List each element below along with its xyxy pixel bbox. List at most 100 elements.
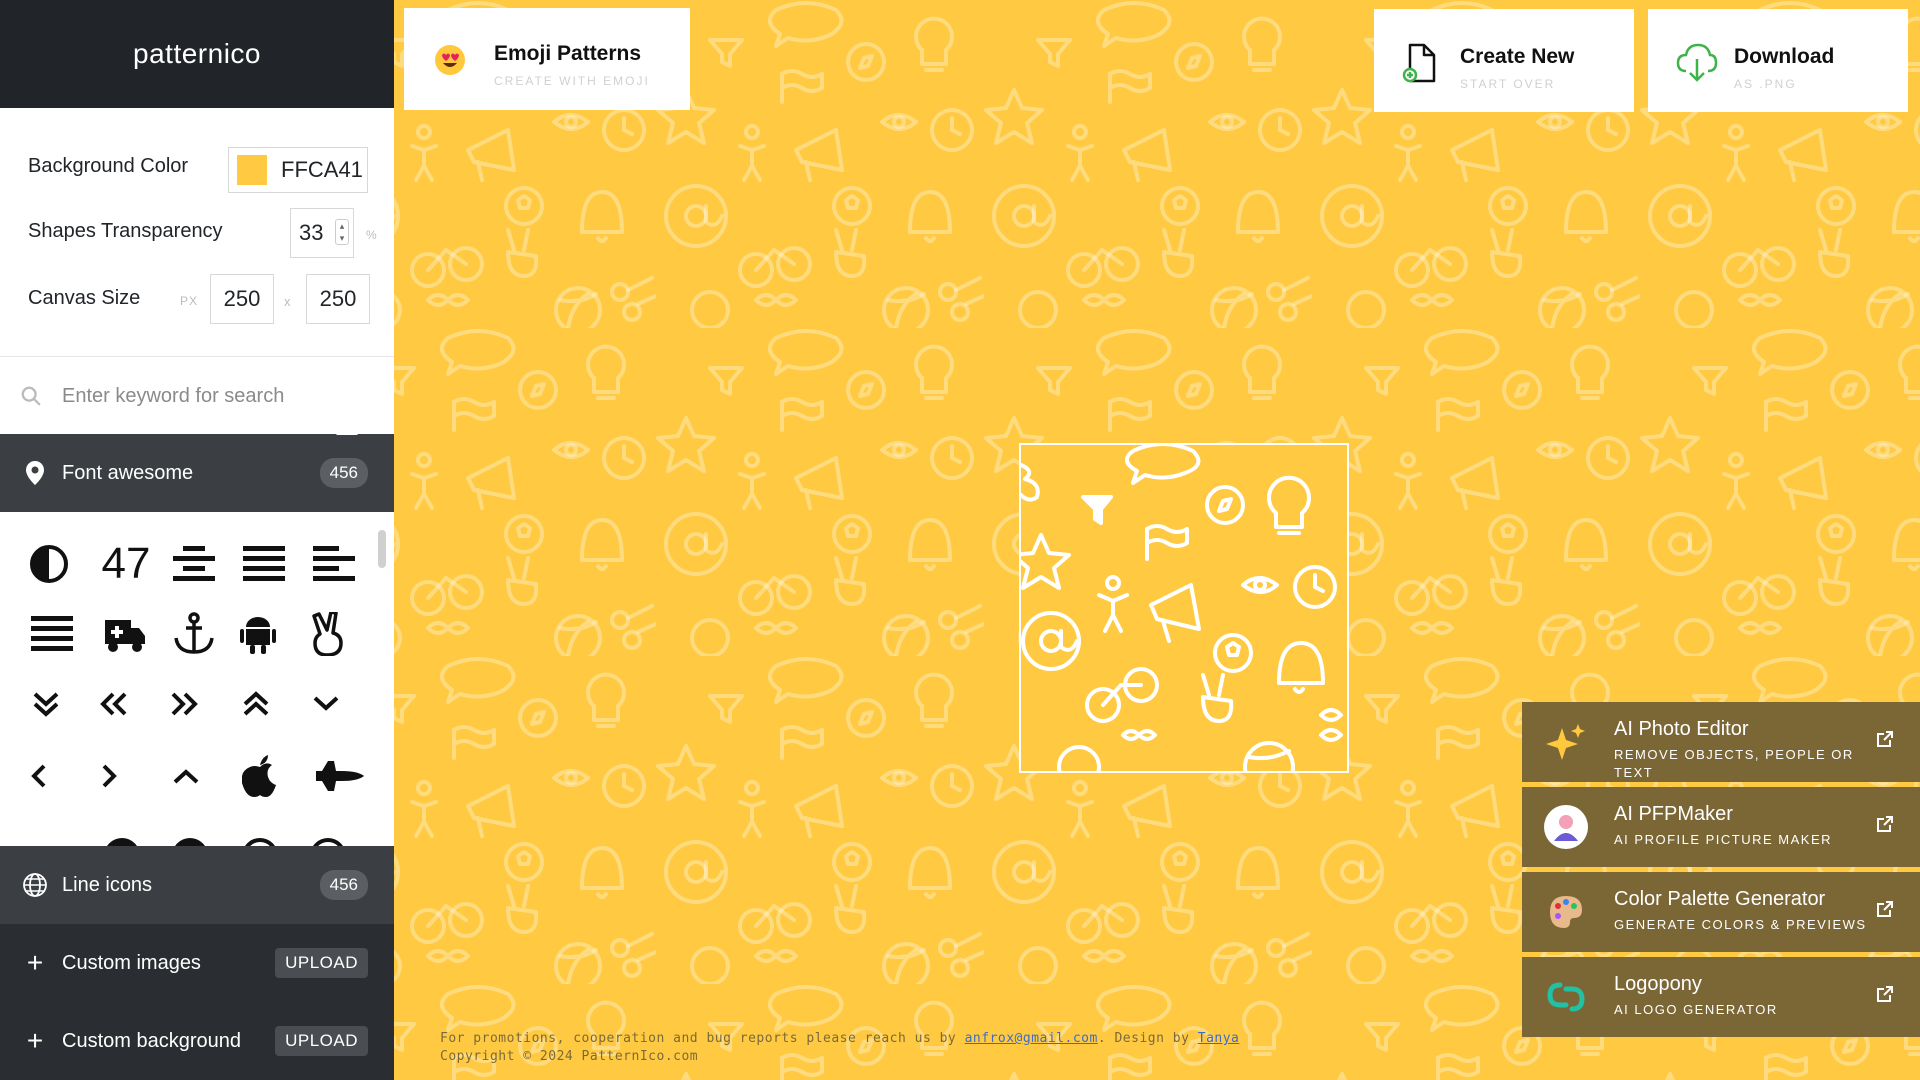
grid-icon-partial-3[interactable] xyxy=(162,818,218,846)
transparency-row: Shapes Transparency xyxy=(28,220,288,243)
preview-shape-hand xyxy=(1021,463,1040,502)
footer: For promotions, cooperation and bug repo… xyxy=(440,1030,1239,1066)
preview-shape-at xyxy=(1021,611,1081,671)
promo-subtitle: REMOVE OBJECTS, PEOPLE OR TEXT xyxy=(1614,747,1854,780)
preview-shape-bell xyxy=(1277,641,1325,694)
palette-icon xyxy=(1544,890,1588,934)
section-line-icons[interactable]: Line icons 456 xyxy=(0,846,394,924)
section-label: Line icons xyxy=(62,873,153,896)
grid-icon-partial-1[interactable] xyxy=(22,818,78,846)
align-justify-icon[interactable] xyxy=(236,536,292,592)
footer-text: . Design by xyxy=(1097,1031,1198,1046)
angle-double-left-icon[interactable] xyxy=(86,676,142,732)
align-center-icon[interactable] xyxy=(166,536,222,592)
create-new-button[interactable]: Create New START OVER xyxy=(1374,9,1634,112)
transparency-input[interactable]: 33 ▴ ▾ xyxy=(290,208,354,258)
count-badge: 456 xyxy=(319,870,368,900)
icon-grid-scrollbar[interactable] xyxy=(378,530,386,568)
grid-icon-partial-2[interactable] xyxy=(94,818,150,846)
sidebar: patternico Background Color FFCA41 Shape… xyxy=(0,0,394,1080)
angle-right-icon[interactable] xyxy=(80,748,136,804)
grid-icon-partial-4[interactable] xyxy=(232,818,288,846)
preview-shape-flag xyxy=(1145,524,1189,561)
align-left-icon[interactable] xyxy=(306,536,362,592)
angle-down-icon[interactable] xyxy=(298,676,354,732)
angle-double-down-icon[interactable] xyxy=(18,676,74,732)
anchor-icon[interactable] xyxy=(166,606,222,662)
app-logo[interactable]: patternico xyxy=(0,0,394,108)
ambulance-icon[interactable] xyxy=(96,606,152,662)
preview-shapes xyxy=(1021,445,1343,771)
designer-link[interactable]: Tanya xyxy=(1198,1031,1240,1046)
transparency-label: Shapes Transparency xyxy=(28,220,223,242)
canvas-unit: PX xyxy=(180,294,199,308)
promo-title: Logopony xyxy=(1614,973,1702,995)
promo-title: AI Photo Editor xyxy=(1614,718,1749,740)
canvas-height-input[interactable]: 250 xyxy=(306,274,370,324)
canvas-separator: x xyxy=(284,294,292,309)
download-title: Download xyxy=(1734,45,1835,68)
section-custom-images[interactable]: + Custom images UPLOAD xyxy=(0,924,394,1002)
section-label: Custom images xyxy=(62,951,201,974)
new-file-icon xyxy=(1402,43,1436,83)
promo-subtitle: AI PROFILE PICTURE MAKER xyxy=(1614,832,1833,847)
promo-color-palette-generator[interactable]: Color Palette Generator GENERATE COLORS … xyxy=(1522,872,1920,952)
preview-shape-circle xyxy=(1057,745,1101,771)
upload-background-button[interactable]: UPLOAD xyxy=(275,1026,368,1056)
bg-color-value: FFCA41 xyxy=(281,157,363,182)
preview-shape-bubble xyxy=(1125,445,1201,485)
promo-ai-pfpmaker[interactable]: AI PFPMaker AI PROFILE PICTURE MAKER xyxy=(1522,787,1920,867)
create-new-subtitle: START OVER xyxy=(1460,77,1556,91)
angle-up-icon[interactable] xyxy=(158,748,214,804)
emoji-patterns-button[interactable]: Emoji Patterns CREATE WITH EMOJI xyxy=(404,8,690,110)
promo-title: AI PFPMaker xyxy=(1614,803,1733,825)
angle-double-up-icon[interactable] xyxy=(228,676,284,732)
canvas-width-input[interactable]: 250 xyxy=(210,274,274,324)
cloud-download-icon xyxy=(1676,43,1718,82)
preview-shape-funnel xyxy=(1081,495,1113,525)
sparkles-icon xyxy=(1544,720,1588,764)
emoji-title: Emoji Patterns xyxy=(494,42,642,65)
angle-double-right-icon[interactable] xyxy=(156,676,212,732)
external-link-icon xyxy=(1877,986,1893,1002)
search-icon xyxy=(21,386,41,406)
icon-grid: 47 xyxy=(0,512,394,846)
promo-ai-photo-editor[interactable]: AI Photo Editor REMOVE OBJECTS, PEOPLE O… xyxy=(1522,702,1920,782)
promo-subtitle: AI LOGO GENERATOR xyxy=(1614,1002,1778,1017)
canvas-width-value: 250 xyxy=(223,286,261,311)
bg-color-picker[interactable]: FFCA41 xyxy=(228,147,368,193)
space-shuttle-icon[interactable] xyxy=(306,748,370,804)
plus-icon: + xyxy=(26,947,44,978)
external-link-icon xyxy=(1877,816,1893,832)
grid-icon-partial-5[interactable] xyxy=(300,818,356,846)
angle-left-icon[interactable] xyxy=(12,748,68,804)
footer-text: For promotions, cooperation and bug repo… xyxy=(440,1031,965,1046)
download-button[interactable]: Download AS .PNG xyxy=(1648,9,1908,112)
promo-logopony[interactable]: Logopony AI LOGO GENERATOR xyxy=(1522,957,1920,1037)
victory-hand-icon[interactable] xyxy=(300,606,356,662)
heart-eyes-emoji-icon xyxy=(435,45,465,75)
stepper-icon[interactable]: ▴ ▾ xyxy=(335,219,349,245)
promo-title: Color Palette Generator xyxy=(1614,888,1826,910)
promo-subtitle: GENERATE COLORS & PREVIEWS xyxy=(1614,917,1867,932)
preview-shape-megaphone xyxy=(1149,583,1201,643)
apple-icon[interactable] xyxy=(232,748,288,804)
search-input[interactable] xyxy=(62,375,382,417)
section-font-awesome[interactable]: Font awesome 456 xyxy=(0,434,394,512)
number-47-icon[interactable]: 47 xyxy=(98,536,154,592)
list-icon[interactable] xyxy=(24,606,80,662)
pattern-preview-canvas[interactable] xyxy=(1019,443,1349,773)
preview-shape-star xyxy=(1021,533,1071,590)
color-swatch xyxy=(237,155,267,185)
preview-shape-compass xyxy=(1205,485,1245,525)
email-link[interactable]: anfrox@gmail.com xyxy=(965,1031,1098,1046)
upload-images-button[interactable]: UPLOAD xyxy=(275,948,368,978)
preview-shape-peace xyxy=(1201,673,1234,723)
download-subtitle: AS .PNG xyxy=(1734,77,1797,91)
android-icon[interactable] xyxy=(230,606,286,662)
section-custom-background[interactable]: + Custom background UPLOAD xyxy=(0,1002,394,1080)
plus-icon: + xyxy=(26,1025,44,1056)
external-link-icon xyxy=(1877,901,1893,917)
preview-shape-person xyxy=(1105,575,1121,591)
adjust-icon[interactable] xyxy=(21,536,77,592)
